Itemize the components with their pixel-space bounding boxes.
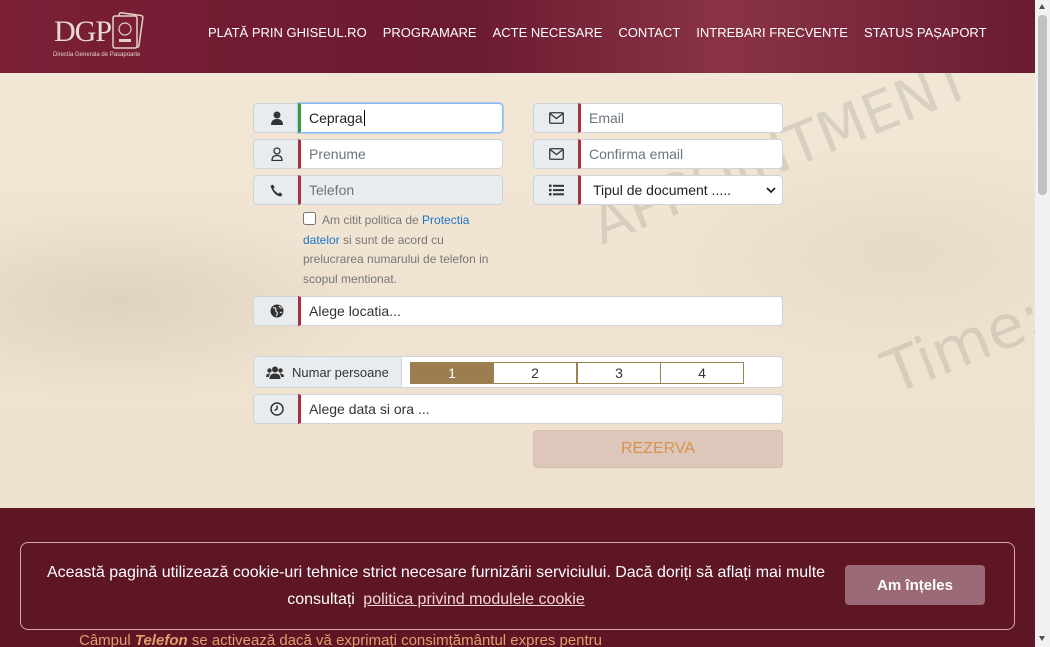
- scroll-thumb[interactable]: [1038, 15, 1047, 195]
- document-type-addon: [533, 175, 579, 205]
- main-nav: PLATĂ PRIN GHISEUL.RO PROGRAMARE ACTE NE…: [200, 25, 995, 40]
- site-header: DGP Directia Generala de Pasapoarte PLAT…: [0, 0, 1035, 73]
- telefon-note: Câmpul Telefon se activează dacă vă expr…: [79, 632, 602, 647]
- note-prefix: Câmpul: [79, 632, 131, 647]
- document-type-field: Tipul de document .....: [533, 175, 783, 205]
- location-input[interactable]: Alege locatia...: [298, 296, 783, 326]
- envelope-icon: [549, 148, 564, 160]
- nav-contact[interactable]: CONTACT: [610, 25, 688, 40]
- telefon-input[interactable]: Telefon: [298, 175, 503, 205]
- logo-subtitle: Directia Generala de Pasapoarte: [53, 52, 141, 58]
- cookie-accept-button[interactable]: Am înțeles: [845, 565, 985, 605]
- persons-option-3[interactable]: 3: [577, 362, 661, 384]
- persons-option-1[interactable]: 1: [410, 362, 494, 384]
- nume-value: Cepraga: [309, 110, 363, 126]
- persons-option-2[interactable]: 2: [493, 362, 577, 384]
- passport-emblem-icon: [112, 12, 144, 49]
- date-addon: [253, 394, 299, 424]
- email-field: Email: [533, 103, 783, 133]
- nav-programare[interactable]: PROGRAMARE: [375, 25, 485, 40]
- user-icon: [270, 111, 283, 125]
- nume-input[interactable]: Cepraga: [298, 103, 503, 133]
- envelope-icon: [549, 112, 564, 124]
- background-decoration: Time:: [872, 281, 1050, 409]
- nume-field: Cepraga: [253, 103, 503, 133]
- document-type-value: Tipul de document .....: [593, 182, 731, 198]
- date-input[interactable]: Alege data si ora ...: [298, 394, 783, 424]
- nav-status-pasaport[interactable]: STATUS PAȘAPORT: [856, 25, 995, 40]
- consent-text-1: Am citit politica de: [322, 213, 419, 227]
- persons-label: Numar persoane: [254, 357, 402, 387]
- rezerva-button[interactable]: REZERVA: [533, 430, 783, 468]
- date-field: Alege data si ora ...: [253, 394, 783, 424]
- users-icon: [266, 366, 284, 379]
- dgp-logo[interactable]: DGP Directia Generala de Pasapoarte: [53, 12, 153, 62]
- nav-acte-necesare[interactable]: ACTE NECESARE: [485, 25, 611, 40]
- persons-selector: Numar persoane 1 2 3 4: [253, 356, 783, 388]
- persons-option-4[interactable]: 4: [660, 362, 744, 384]
- nav-intrebari-frecvente[interactable]: INTREBARI FRECVENTE: [688, 25, 856, 40]
- note-bold: Telefon: [134, 632, 188, 647]
- telefon-addon: [253, 175, 299, 205]
- globe-icon: [270, 304, 283, 318]
- consent-block: Am citit politica de Protectia datelor s…: [303, 211, 503, 289]
- prenume-field: Prenume: [253, 139, 503, 169]
- note-suffix: se activează dacă vă exprimați consimțăm…: [191, 632, 603, 647]
- scroll-up-icon[interactable]: [1039, 4, 1045, 9]
- chevron-down-icon: [766, 187, 776, 194]
- cookie-banner: Această pagină utilizează cookie-uri teh…: [20, 542, 1015, 630]
- location-field: Alege locatia...: [253, 296, 783, 326]
- persons-label-text: Numar persoane: [292, 364, 389, 380]
- scroll-down-icon[interactable]: [1039, 636, 1045, 641]
- document-type-select[interactable]: Tipul de document .....: [578, 175, 783, 205]
- nav-plata-ghiseul[interactable]: PLATĂ PRIN GHISEUL.RO: [200, 25, 375, 40]
- confirm-email-field: Confirma email: [533, 139, 783, 169]
- location-addon: [253, 296, 299, 326]
- consent-checkbox[interactable]: [303, 212, 316, 225]
- nume-addon: [253, 103, 299, 133]
- clock-icon: [269, 402, 284, 416]
- cookie-policy-link[interactable]: politica privind modulele cookie: [363, 591, 584, 608]
- email-addon: [533, 103, 579, 133]
- email-input[interactable]: Email: [578, 103, 783, 133]
- telefon-field: Telefon: [253, 175, 503, 205]
- prenume-input[interactable]: Prenume: [298, 139, 503, 169]
- prenume-addon: [253, 139, 299, 169]
- confirm-email-input[interactable]: Confirma email: [578, 139, 783, 169]
- cookie-message: Această pagină utilizează cookie-uri teh…: [41, 559, 831, 613]
- scrollbar[interactable]: [1035, 0, 1050, 647]
- logo-text: DGP: [54, 15, 112, 48]
- phone-icon: [270, 184, 283, 196]
- user-outline-icon: [270, 147, 283, 161]
- list-icon: [549, 184, 564, 196]
- confirm-email-addon: [533, 139, 579, 169]
